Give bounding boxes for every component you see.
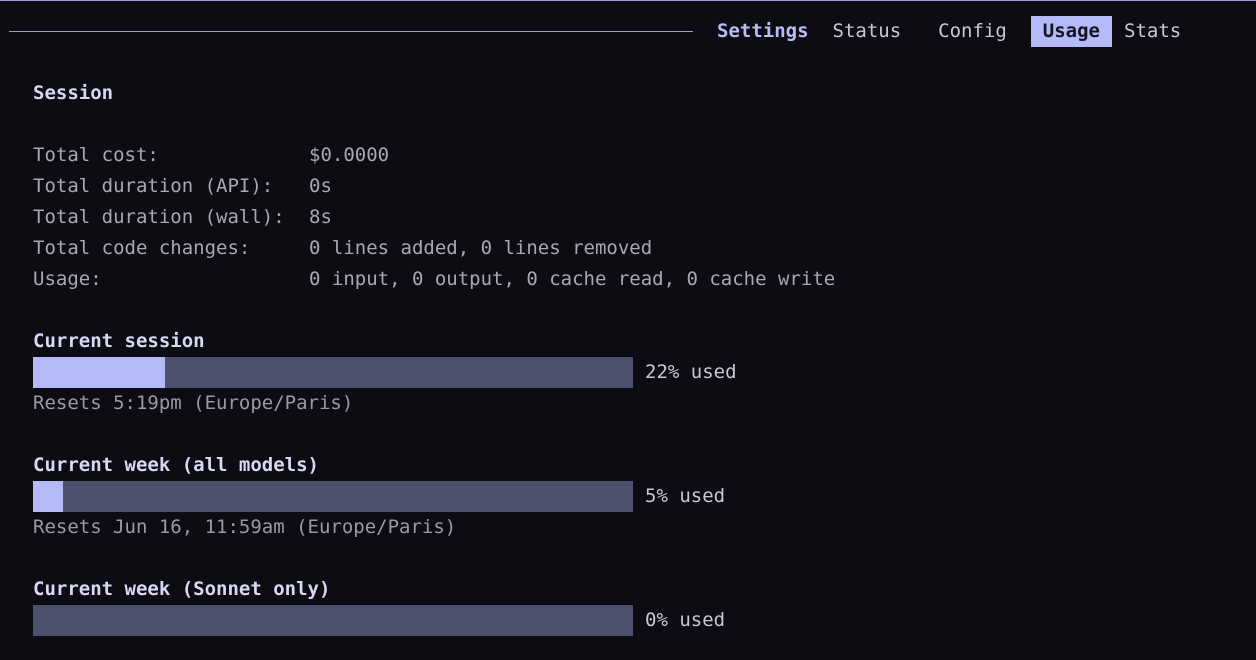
stat-label-duration-api: Total duration (API): xyxy=(33,175,274,197)
usage-bar-week-sonnet-only xyxy=(33,605,633,636)
percent-used-week-all-models: 5% used xyxy=(645,485,726,507)
tab-config[interactable]: Config xyxy=(926,16,1019,47)
tab-usage[interactable]: Usage xyxy=(1030,16,1112,47)
stat-value-duration-api: 0s xyxy=(309,175,332,197)
stat-label-usage: Usage: xyxy=(33,268,102,290)
percent-used-week-sonnet-only: 0% used xyxy=(645,609,726,631)
percent-used-current-session: 22% used xyxy=(645,361,737,383)
settings-title: Settings xyxy=(717,20,809,42)
stat-label-code-changes: Total code changes: xyxy=(33,237,251,259)
usage-bar-week-all-models xyxy=(33,481,633,512)
tab-stats[interactable]: Stats xyxy=(1112,16,1193,47)
limit-title-week-all-models: Current week (all models) xyxy=(33,454,319,476)
limit-title-week-sonnet-only: Current week (Sonnet only) xyxy=(33,578,331,600)
tab-status[interactable]: Status xyxy=(821,16,914,47)
usage-bar-current-session xyxy=(33,357,633,388)
tab-bar: Settings Status Config Usage Stats xyxy=(705,16,1193,47)
usage-bar-fill xyxy=(33,357,165,388)
stat-value-cost: $0.0000 xyxy=(309,144,390,166)
stat-value-code-changes: 0 lines added, 0 lines removed xyxy=(309,237,653,259)
top-border xyxy=(0,0,1256,1)
stat-value-usage: 0 input, 0 output, 0 cache read, 0 cache… xyxy=(309,268,836,290)
reset-time-current-session: Resets 5:19pm (Europe/Paris) xyxy=(33,392,354,414)
stat-label-duration-wall: Total duration (wall): xyxy=(33,206,285,228)
usage-bar-fill xyxy=(33,481,63,512)
header-rule xyxy=(9,31,693,32)
session-heading: Session xyxy=(33,82,114,104)
limit-title-current-session: Current session xyxy=(33,330,205,352)
stat-label-cost: Total cost: xyxy=(33,144,159,166)
reset-time-week-all-models: Resets Jun 16, 11:59am (Europe/Paris) xyxy=(33,516,457,538)
stat-value-duration-wall: 8s xyxy=(309,206,332,228)
